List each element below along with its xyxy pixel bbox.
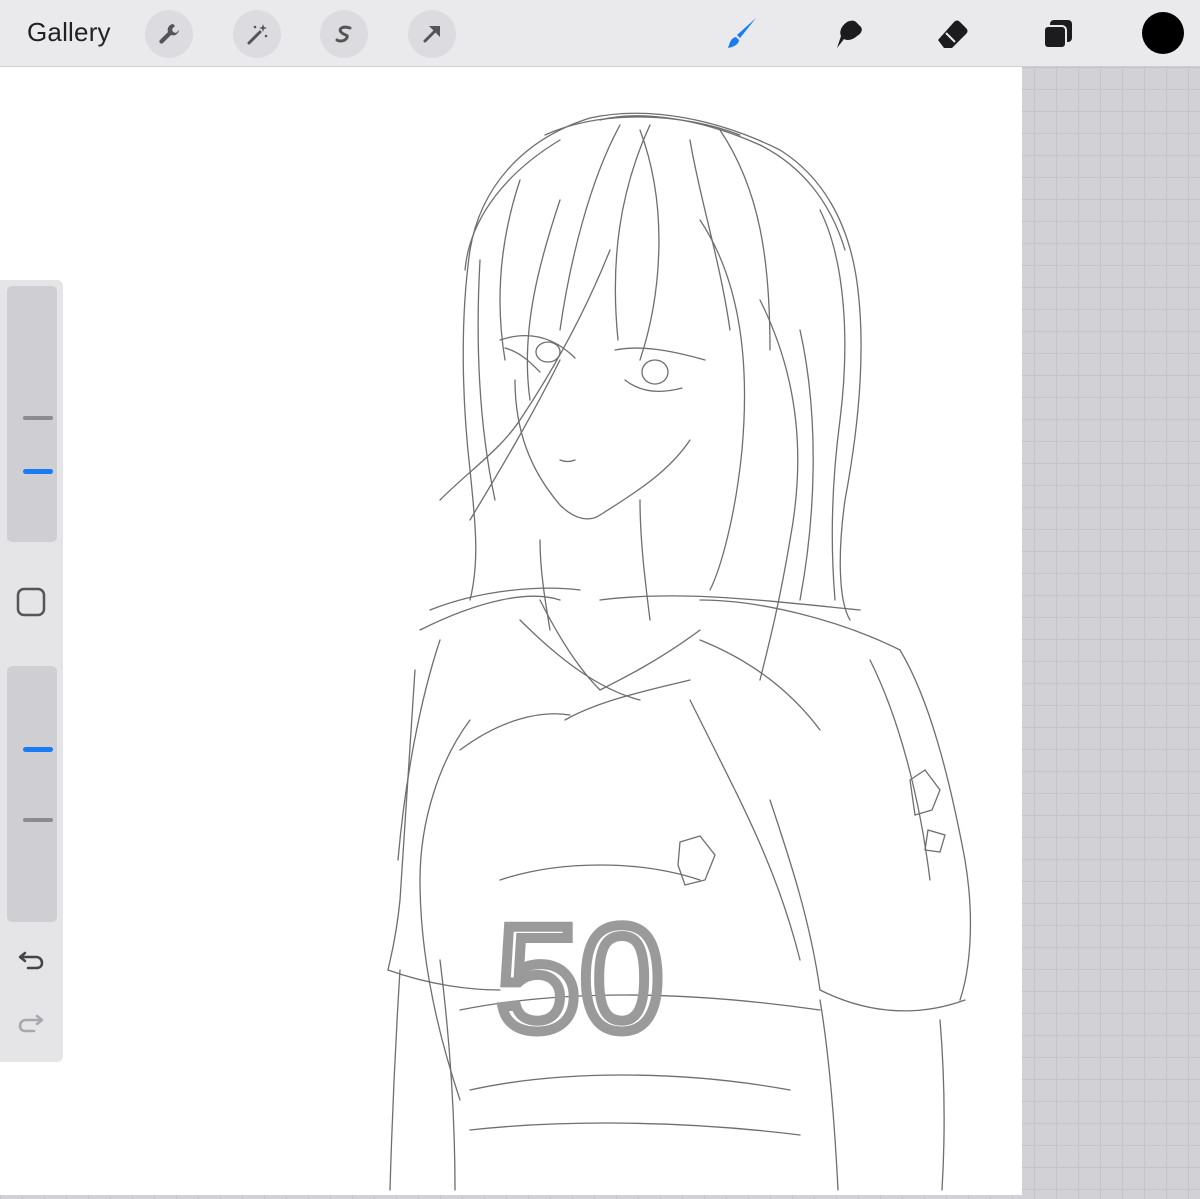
undo-button[interactable] [14, 942, 48, 976]
color-picker-button[interactable] [1142, 12, 1184, 54]
brush-icon [728, 18, 756, 48]
slider-tick [23, 416, 53, 420]
transform-button[interactable] [408, 10, 456, 58]
wrench-icon [159, 24, 179, 44]
workspace: 50 [0, 67, 1200, 1199]
brush-size-slider[interactable] [7, 286, 57, 542]
left-sidebar [0, 280, 63, 1062]
layers-icon [1043, 20, 1072, 49]
redo-button[interactable] [14, 1005, 48, 1039]
layers-button[interactable] [1034, 10, 1082, 58]
smudge-icon [837, 20, 862, 48]
actions-button[interactable] [145, 10, 193, 58]
brush-tool-button[interactable] [718, 10, 766, 58]
opacity-slider[interactable] [7, 666, 57, 922]
opacity-handle[interactable] [23, 747, 53, 752]
eraser-tool-button[interactable] [928, 10, 976, 58]
transform-arrow-icon [423, 26, 440, 43]
eraser-icon [938, 20, 968, 48]
brush-size-handle[interactable] [23, 469, 53, 474]
redo-icon [18, 1014, 44, 1033]
modify-button[interactable] [14, 585, 48, 619]
slider-tick [23, 818, 53, 822]
adjustments-button[interactable] [233, 10, 281, 58]
gallery-button[interactable]: Gallery [27, 17, 111, 48]
square-icon [16, 587, 46, 617]
smudge-tool-button[interactable] [823, 10, 871, 58]
undo-icon [18, 951, 44, 970]
selection-button[interactable] [320, 10, 368, 58]
top-toolbar: Gallery [0, 0, 1200, 67]
jersey-number: 50 [497, 894, 664, 1062]
magic-wand-icon [247, 24, 268, 45]
selection-icon [335, 25, 352, 43]
drawing-canvas[interactable]: 50 [0, 67, 1022, 1195]
sketch-artwork: 50 [387, 112, 972, 1191]
